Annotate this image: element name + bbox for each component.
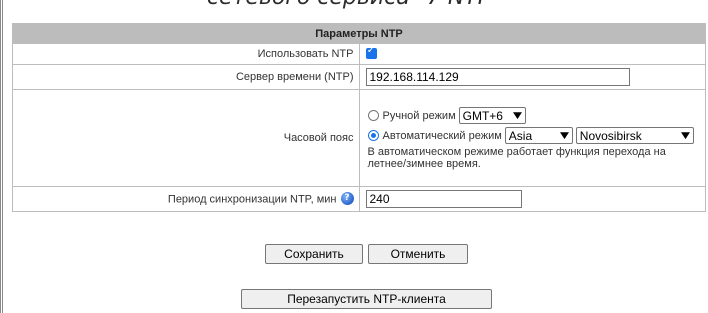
city-value: Novosibirsk: [579, 128, 642, 143]
help-icon[interactable]: ?: [340, 191, 354, 205]
page-heading: сетевого сервиса "7 NTP": [0, 0, 708, 11]
check-icon: ✓: [366, 44, 376, 56]
ntp-settings-table: Параметры NTP Использовать NTP ✓ Сервер …: [12, 23, 706, 212]
cancel-button[interactable]: Отменить: [368, 244, 468, 264]
use-ntp-label: Использовать NTP: [12, 43, 360, 65]
chevron-down-icon: ▼: [680, 130, 690, 141]
city-select[interactable]: Novosibirsk ▼: [575, 127, 694, 144]
dst-note: В автоматическом режиме работает функция…: [367, 145, 666, 170]
server-label: Сервер времени (NTP): [12, 64, 360, 90]
use-ntp-checkbox[interactable]: ✓: [365, 44, 377, 59]
auto-mode-radio[interactable]: [367, 130, 379, 141]
restart-ntp-button[interactable]: Перезапустить NTP-клиента: [241, 289, 492, 309]
chevron-down-icon: ▼: [512, 110, 522, 121]
gmt-offset-value: GMT+6: [462, 108, 503, 123]
gmt-offset-select[interactable]: GMT+6 ▼: [458, 107, 526, 124]
sync-period-label: Период синхронизации NTP, мин: [167, 192, 337, 205]
manual-mode-radio[interactable]: [367, 110, 379, 121]
server-input[interactable]: 192.168.114.129: [365, 68, 630, 86]
manual-mode-label: Ручной режим: [382, 109, 456, 122]
region-select[interactable]: Asia ▼: [504, 127, 573, 144]
timezone-label: Часовой пояс: [12, 89, 360, 187]
frame-border: [0, 0, 3, 313]
panel-title: Параметры NTP: [12, 23, 706, 44]
region-value: Asia: [508, 128, 533, 143]
chevron-down-icon: ▼: [559, 130, 569, 141]
auto-mode-label: Автоматический режим: [382, 129, 502, 142]
sync-period-input[interactable]: 240: [365, 190, 522, 208]
save-button[interactable]: Сохранить: [265, 244, 363, 264]
